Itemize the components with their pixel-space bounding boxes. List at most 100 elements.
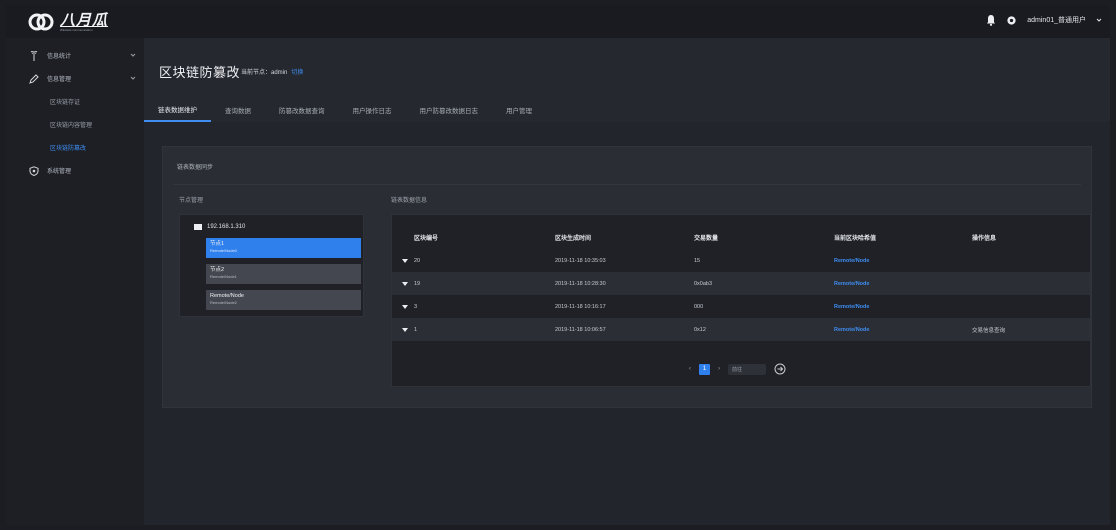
column-header: 区块生成时间 [555,235,592,242]
tab-user-management[interactable]: 用户管理 [492,98,546,122]
user-menu[interactable]: admin01_普通用户 [1027,15,1086,25]
table-row[interactable]: 1 2019-11-18 10:06:57 0x12 Remote/Node 交… [392,318,1090,341]
table-row[interactable]: 3 2019-11-18 10:16:17 000 Remote/Node [392,295,1090,318]
tab-tamper-query[interactable]: 防篡改数据查询 [265,98,339,122]
tree-node[interactable]: Remote/Node Remote/Node2 [206,290,361,310]
tab-user-operation-log[interactable]: 用户操作日志 [339,98,406,122]
gear-icon[interactable] [1006,15,1017,26]
caret-down-icon [402,327,408,332]
column-header: 当前区块哈希值 [834,235,877,242]
tree-node-sub: Remote/Node0 [210,248,237,253]
block-id: 19 [414,280,421,287]
table-row[interactable]: 20 2019-11-18 10:35:03 15 Remote/Node [392,249,1090,272]
chain-data-label: 链表数据信息 [391,198,428,204]
block-hash-link[interactable]: Remote/Node [834,281,869,287]
sidebar-item-system[interactable]: 系统管理 [6,159,144,182]
chevron-down-icon [130,76,136,80]
top-bar: 八月瓜 Wireless communication admin01_普通用户 [6,5,1110,38]
tree-node[interactable]: 节点1 Remote/Node0 [206,238,361,258]
tab-user-tamper-log[interactable]: 用户防篡改数据日志 [406,98,493,122]
prev-page-button[interactable]: ‹ [689,366,691,372]
sidebar-item-label: 信息统计 [47,54,72,60]
tree-root[interactable]: 192.168.1.310 [194,224,245,230]
logo-icon [28,13,54,31]
sidebar-item-label: 信息管理 [47,77,72,83]
row-expand[interactable]: 19 [402,281,420,287]
row-expand[interactable]: 3 [402,304,417,310]
page-jump-input[interactable]: 前往 [728,363,766,375]
sidebar-subitem-tamper-proof[interactable]: 区块链防篡改 [6,136,144,159]
sidebar-item-info-management[interactable]: 信息管理 [6,67,144,90]
tab-query-data[interactable]: 查询数据 [211,98,265,122]
block-hash-link[interactable]: Remote/Node [834,327,869,333]
logo-subtext: Wireless communication [60,27,93,32]
tx-count: 0x12 [694,326,706,333]
sidebar-item-label: 区块链存证 [50,100,81,106]
main-content: 区块链防篡改 当前节点：admin 切换 链表数据维护 查询数据 防篡改数据查询 … [144,38,1110,525]
tx-count: 15 [694,257,701,264]
shield-icon [29,165,39,176]
app-window: 八月瓜 Wireless communication admin01_普通用户 [6,5,1110,525]
caret-down-icon [402,258,408,263]
tab-chain-data-maintenance[interactable]: 链表数据维护 [144,98,211,122]
antenna-icon [30,50,38,61]
switch-node-link[interactable]: 切换 [291,70,303,76]
column-header: 区块编号 [414,235,439,242]
chevron-down-icon [130,53,136,57]
caret-down-icon [402,281,408,286]
block-time: 2019-11-18 10:16:17 [555,303,606,310]
column-header: 交易数量 [694,235,719,242]
node-management-label: 节点管理 [179,198,204,204]
sidebar-subitem-content[interactable]: 区块链内容管理 [6,113,144,136]
bell-icon[interactable] [986,14,996,26]
tree-node-name: 节点2 [210,267,225,273]
tree-node-sub: Remote/Node1 [210,274,237,279]
sidebar: 信息统计 信息管理 区块链存证 区块链内容管理 区块链防篡改 系统管理 [6,38,144,525]
block-id: 3 [414,303,418,310]
tree-node-name: Remote/Node [210,293,244,299]
sidebar-subitem-evidence[interactable]: 区块链存证 [6,90,144,113]
tree-node-sub: Remote/Node2 [210,300,237,305]
row-expand[interactable]: 1 [402,327,417,333]
tree-root-label: 192.168.1.310 [207,224,246,230]
block-hash-link[interactable]: Remote/Node [834,258,869,264]
page-number[interactable]: 1 [699,363,710,375]
sidebar-item-label: 区块链内容管理 [50,123,93,129]
logo: 八月瓜 Wireless communication [28,9,108,35]
op-info: 交易信息查询 [972,327,1006,334]
arrow-right-circle-icon[interactable] [774,363,786,375]
table-row[interactable]: 19 2019-11-18 10:28:30 0x0ab3 Remote/Nod… [392,272,1090,295]
table-header: 区块编号 区块生成时间 交易数量 当前区块哈希值 操作信息 [392,225,1090,249]
row-expand[interactable]: 20 [402,258,420,264]
sidebar-item-label: 系统管理 [47,169,72,175]
current-node: 当前节点：admin 切换 [241,67,303,76]
block-hash-link[interactable]: Remote/Node [834,304,869,310]
block-id: 20 [414,257,421,264]
current-node-label: 当前节点：admin [241,70,288,76]
tree-node-name: 节点1 [210,241,225,247]
block-time: 2019-11-18 10:06:57 [555,326,606,333]
divider [173,184,1081,185]
tab-bar: 链表数据维护 查询数据 防篡改数据查询 用户操作日志 用户防篡改数据日志 用户管… [144,98,546,122]
pagination: ‹ 1 › 前往 [689,363,786,375]
tx-count: 000 [694,303,704,310]
logo-text: 八月瓜 [60,11,109,29]
block-time: 2019-11-18 10:28:30 [555,280,606,287]
sidebar-item-label: 区块链防篡改 [50,146,87,152]
folder-icon [194,224,202,230]
sidebar-item-statistics[interactable]: 信息统计 [6,44,144,67]
chevron-down-icon[interactable] [1096,17,1102,23]
page-title: 区块链防篡改 [159,65,241,80]
tree-node[interactable]: 节点2 Remote/Node1 [206,264,361,284]
node-tree: 192.168.1.310 节点1 Remote/Node0 节点2 Remot… [179,214,364,317]
column-header: 操作信息 [972,235,997,242]
pen-icon [29,73,39,84]
next-page-button[interactable]: › [718,366,720,372]
block-table: 区块编号 区块生成时间 交易数量 当前区块哈希值 操作信息 20 2019-11… [391,214,1091,387]
caret-down-icon [402,304,408,309]
sync-card: 链表数据同步 节点管理 链表数据信息 192.168.1.310 节点1 Rem… [162,146,1092,408]
block-id: 1 [414,326,418,333]
page-header: 区块链防篡改 当前节点：admin 切换 链表数据维护 查询数据 防篡改数据查询 … [144,38,1110,122]
tx-count: 0x0ab3 [694,280,713,287]
block-time: 2019-11-18 10:35:03 [555,257,606,264]
